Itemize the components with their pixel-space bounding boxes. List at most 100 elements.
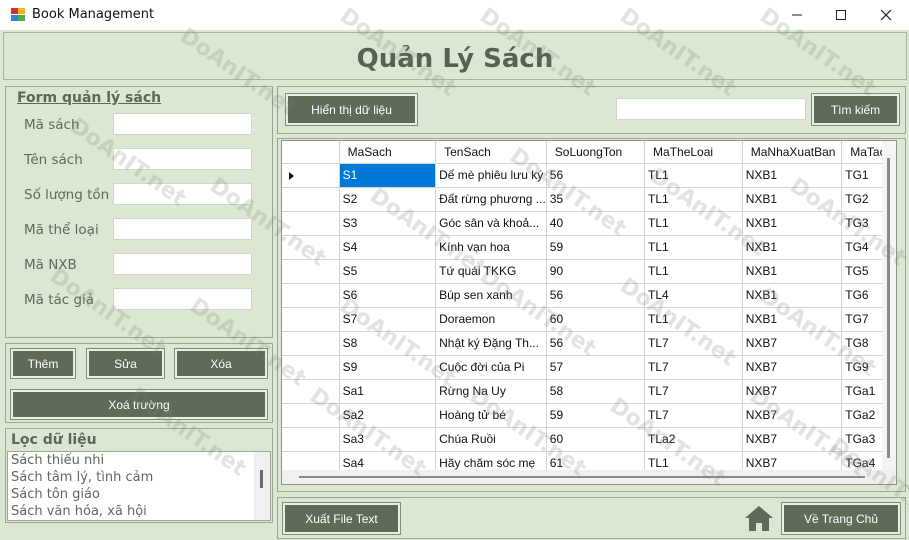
search-button[interactable]: Tìm kiếm [811,93,900,126]
delete-button[interactable]: Xóa [174,348,268,379]
cell-soluongton[interactable]: 35 [546,187,646,212]
soluongton-input[interactable] [113,183,252,205]
cell-masach[interactable]: S9 [339,355,437,380]
cell-manhaxuatban[interactable]: NXB1 [742,307,843,332]
cell-soluongton[interactable]: 60 [546,427,646,452]
cell-manhaxuatban[interactable]: NXB7 [742,331,843,356]
home-icon[interactable] [742,503,776,533]
cell-manhaxuatban[interactable]: NXB1 [742,283,843,308]
minimize-button[interactable] [774,0,820,30]
cell-masach[interactable]: S3 [339,211,437,236]
table-row[interactable]: S8 Nhật ký Đặng Th... 56 TL7 NXB7 TG8 [282,331,896,356]
cell-matheloai[interactable]: TL1 [644,259,743,284]
matacgia-input[interactable] [113,288,252,310]
show-data-button[interactable]: Hiển thị dữ liệu [285,93,418,126]
table-row[interactable]: S9 Cuộc đời của Pi 57 TL7 NXB7 TG9 [282,355,896,380]
cell-matheloai[interactable]: TLa2 [644,427,743,452]
grid-vertical-scrollbar[interactable] [882,141,896,471]
tensach-input[interactable] [113,148,252,170]
cell-matheloai[interactable]: TL1 [644,211,743,236]
books-grid[interactable]: MaSach TenSach SoLuongTon MaTheLoai MaNh… [281,140,897,485]
cell-matheloai[interactable]: TL1 [644,163,743,188]
cell-matheloai[interactable]: TL7 [644,355,743,380]
cell-soluongton[interactable]: 56 [546,163,646,188]
cell-soluongton[interactable]: 40 [546,211,646,236]
cell-masach[interactable]: Sa3 [339,427,437,452]
masach-input[interactable] [113,113,252,135]
cell-masach[interactable]: S6 [339,283,437,308]
cell-masach[interactable]: S7 [339,307,437,332]
row-header[interactable] [282,235,340,260]
matheloai-input[interactable] [113,218,252,240]
cell-tensach[interactable]: Cuộc đời của Pi [435,355,547,380]
add-button[interactable]: Thêm [10,348,76,379]
cell-matheloai[interactable]: TL1 [644,235,743,260]
col-header-soluongton[interactable]: SoLuongTon [546,141,646,164]
table-row[interactable]: Sa3 Chúa Ruồi 60 TLa2 NXB7 TGa3 [282,427,896,452]
cell-tensach[interactable]: Hoàng tử bé [435,403,547,428]
cell-soluongton[interactable]: 59 [546,403,646,428]
table-row[interactable]: Sa1 Rừng Na Uy 58 TL7 NXB7 TGa1 [282,379,896,404]
cell-matheloai[interactable]: TL4 [644,283,743,308]
cell-tensach[interactable]: Nhật ký Đặng Th... [435,331,547,356]
cell-manhaxuatban[interactable]: NXB1 [742,163,843,188]
col-header-tensach[interactable]: TenSach [435,141,547,164]
list-scrollbar[interactable] [254,452,270,520]
cell-manhaxuatban[interactable]: NXB1 [742,211,843,236]
edit-button[interactable]: Sửa [86,348,165,379]
cell-tensach[interactable]: Chúa Ruồi [435,427,547,452]
row-header[interactable] [282,163,340,188]
cell-soluongton[interactable]: 56 [546,331,646,356]
list-item[interactable]: Sách tôn giáo [8,486,270,503]
cell-soluongton[interactable]: 60 [546,307,646,332]
table-row[interactable]: S6 Búp sen xanh 56 TL4 NXB1 TG6 [282,283,896,308]
cell-soluongton[interactable]: 90 [546,259,646,284]
list-scroll-thumb[interactable] [260,470,263,488]
manxb-input[interactable] [113,253,252,275]
table-row[interactable]: S4 Kính vạn hoa 59 TL1 NXB1 TG4 [282,235,896,260]
row-header[interactable] [282,379,340,404]
cell-manhaxuatban[interactable]: NXB7 [742,427,843,452]
cell-soluongton[interactable]: 57 [546,355,646,380]
cell-soluongton[interactable]: 59 [546,235,646,260]
cell-matheloai[interactable]: TL1 [644,307,743,332]
col-header-matheloai[interactable]: MaTheLoai [644,141,743,164]
list-item[interactable]: Sách văn hóa, xã hội [8,503,270,520]
row-header[interactable] [282,187,340,212]
row-header[interactable] [282,355,340,380]
grid-hscroll-thumb[interactable] [299,476,865,478]
list-item[interactable]: Sách thiếu nhi [8,452,270,469]
cell-manhaxuatban[interactable]: NXB1 [742,235,843,260]
cell-masach[interactable]: S4 [339,235,437,260]
cell-masach[interactable]: Sa2 [339,403,437,428]
cell-matheloai[interactable]: TL7 [644,403,743,428]
cell-masach[interactable]: S5 [339,259,437,284]
row-header[interactable] [282,403,340,428]
row-header[interactable] [282,259,340,284]
table-row[interactable]: S3 Góc sân và khoả... 40 TL1 NXB1 TG3 [282,211,896,236]
cell-manhaxuatban[interactable]: NXB7 [742,379,843,404]
cell-masach[interactable]: S2 [339,187,437,212]
export-text-button[interactable]: Xuất File Text [282,502,401,535]
table-row[interactable]: S7 Doraemon 60 TL1 NXB1 TG7 [282,307,896,332]
row-header[interactable] [282,427,340,452]
cell-manhaxuatban[interactable]: NXB1 [742,187,843,212]
cell-matheloai[interactable]: TL1 [644,187,743,212]
cell-masach[interactable]: S1 [339,163,437,188]
category-listbox[interactable]: Sách thiếu nhi Sách tâm lý, tình cảm Sác… [7,451,271,521]
clear-fields-button[interactable]: Xoá trường [10,389,268,420]
row-header[interactable] [282,331,340,356]
row-header[interactable] [282,283,340,308]
list-item[interactable]: Sách tâm lý, tình cảm [8,469,270,486]
grid-horizontal-scrollbar[interactable] [282,470,896,484]
cell-tensach[interactable]: Búp sen xanh [435,283,547,308]
row-header[interactable] [282,307,340,332]
cell-soluongton[interactable]: 58 [546,379,646,404]
cell-tensach[interactable]: Dế mè phiêu lưu ký [435,163,547,188]
home-button[interactable]: Về Trang Chủ [781,502,901,535]
table-row[interactable]: Sa2 Hoàng tử bé 59 TL7 NXB7 TGa2 [282,403,896,428]
cell-tensach[interactable]: Đất rừng phương ... [435,187,547,212]
cell-manhaxuatban[interactable]: NXB7 [742,355,843,380]
cell-tensach[interactable]: Kính vạn hoa [435,235,547,260]
cell-soluongton[interactable]: 56 [546,283,646,308]
